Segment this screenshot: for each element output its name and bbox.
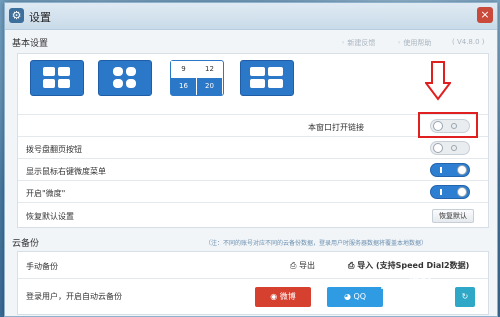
row-enable-weidu: 开启"微度" xyxy=(18,180,488,203)
layout-num-9: 9 xyxy=(171,61,196,77)
login-auto-backup-label: 登录用户，开启自动云备份 xyxy=(26,292,122,301)
dialpad-page-button-toggle[interactable] xyxy=(430,141,470,155)
title-bar: ⚙ 设置 × xyxy=(5,3,497,30)
row-restore-defaults: 恢复默认设置 恢复默认 xyxy=(18,202,488,227)
restore-defaults-label: 恢复默认设置 xyxy=(26,212,74,221)
close-button[interactable]: × xyxy=(477,7,493,23)
weibo-icon: ◉ xyxy=(270,292,280,301)
import-icon: ⎙ xyxy=(348,261,358,270)
layout-option-2x2-rounded[interactable] xyxy=(98,60,152,96)
row-dialpad-page-button: 拨号盘翻页按钮 xyxy=(18,136,488,159)
row-right-click-menu: 显示鼠标右键微度菜单 xyxy=(18,158,488,181)
manual-backup-label: 手动备份 xyxy=(26,262,58,271)
layout-option-2x2-wide[interactable] xyxy=(240,60,294,96)
highlight-box xyxy=(418,112,478,138)
pointer-arrow-icon xyxy=(425,61,451,101)
version-label: ( V4.8.0 ) xyxy=(452,38,485,46)
qq-login-button[interactable]: ◕ QQ xyxy=(327,287,383,307)
help-link[interactable]: ◦ 使用帮助 xyxy=(397,38,431,48)
weibo-login-button[interactable]: ◉ 微博 xyxy=(255,287,311,307)
section-cloud-header: 云备份 xyxy=(12,239,40,249)
window-title: 设置 xyxy=(29,11,51,24)
new-feedback-link[interactable]: ◦ 新建反馈 xyxy=(341,38,375,48)
enable-weidu-label: 开启"微度" xyxy=(26,189,66,198)
right-click-menu-label: 显示鼠标右键微度菜单 xyxy=(26,167,106,176)
layout-num-20: 20 xyxy=(197,78,222,95)
settings-gear-icon: ⚙ xyxy=(9,8,24,23)
restore-defaults-button[interactable]: 恢复默认 xyxy=(432,209,474,223)
export-icon: ⎙ xyxy=(290,261,299,270)
cloud-note: （注：不同的账号对应不同的云备份数据，登录用户时服务器数据将覆盖本地数据） xyxy=(205,240,428,247)
basic-settings-panel: 9 12 16 20 本窗口打开链接 拨号盘翻页按钮 显示鼠标右键微度菜单 开启… xyxy=(17,53,489,228)
sync-icon[interactable]: ↻ xyxy=(455,287,475,307)
watermark-url: jingyan.baidu.com xyxy=(386,292,451,300)
layout-option-numbered[interactable]: 9 12 16 20 xyxy=(170,60,224,96)
layout-option-2x2-large[interactable] xyxy=(30,60,84,96)
section-basic-header: 基本设置 xyxy=(12,39,49,49)
dialpad-page-button-label: 拨号盘翻页按钮 xyxy=(26,145,82,154)
layout-num-16: 16 xyxy=(171,78,196,95)
enable-weidu-toggle[interactable] xyxy=(430,185,470,199)
export-button[interactable]: ⎙ 导出 xyxy=(290,260,315,271)
layout-num-12: 12 xyxy=(197,61,222,77)
right-click-menu-toggle[interactable] xyxy=(430,163,470,177)
import-button[interactable]: ⎙ 导入 (支持Speed Dial2数据) xyxy=(348,260,469,271)
open-in-window-label: 本窗口打开链接 xyxy=(308,123,364,132)
watermark-logo: Bai 经验 xyxy=(380,278,434,293)
settings-window: ⚙ 设置 × 基本设置 ◦ 新建反馈 ◦ 使用帮助 ( V4.8.0 ) 9 1… xyxy=(4,2,498,317)
